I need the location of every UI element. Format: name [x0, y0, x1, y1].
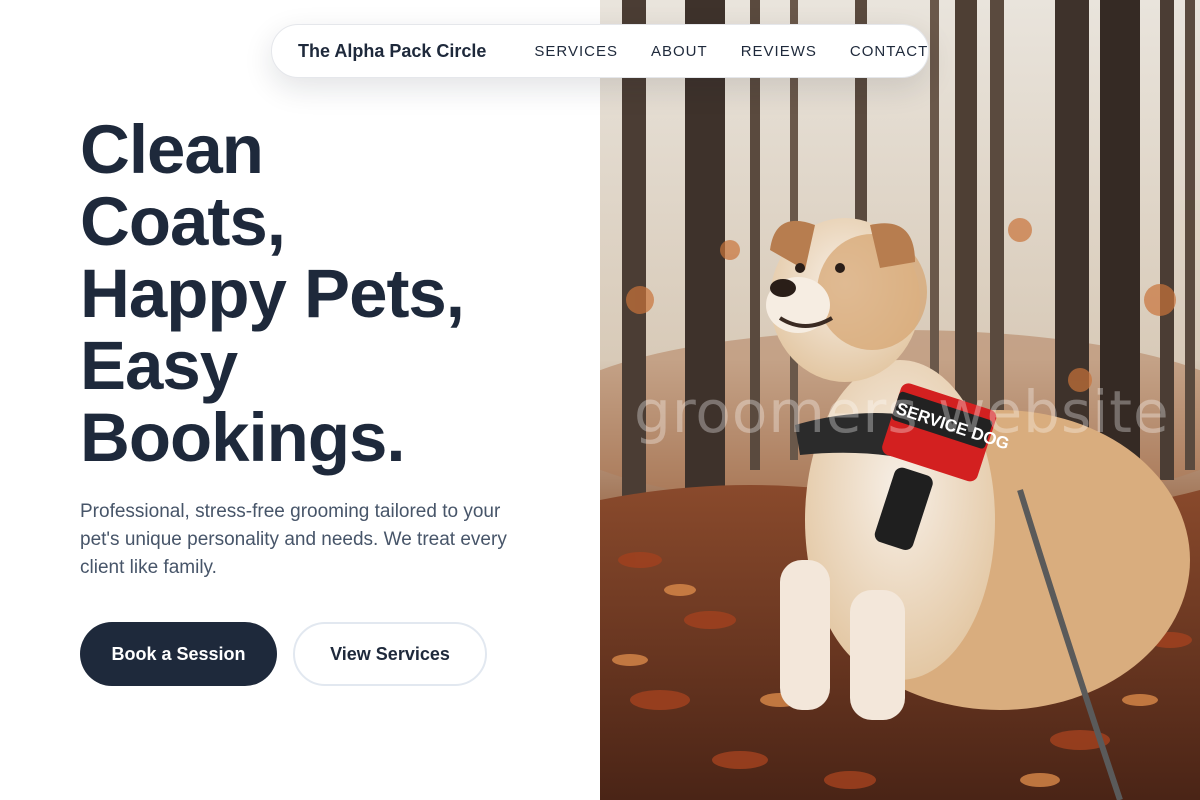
- hero-left: Clean Coats, Happy Pets, Easy Bookings. …: [0, 0, 600, 800]
- headline-line-4: Easy: [80, 327, 238, 404]
- hero-subtext: Professional, stress-free grooming tailo…: [80, 501, 507, 578]
- headline-line-2: Coats,: [80, 183, 286, 260]
- nav-link-services[interactable]: SERVICES: [534, 43, 618, 60]
- hero-headline: Clean Coats, Happy Pets, Easy Bookings.: [80, 114, 560, 474]
- nav-link-reviews[interactable]: REVIEWS: [741, 43, 817, 60]
- watermark-text: groomers website: [634, 378, 1170, 446]
- top-navbar: The Alpha Pack Circle SERVICES ABOUT REV…: [271, 24, 929, 78]
- headline-line-5: Bookings.: [80, 399, 406, 476]
- headline-line-1: Clean: [80, 111, 264, 188]
- nav-link-about[interactable]: ABOUT: [651, 43, 708, 60]
- headline-line-3: Happy Pets,: [80, 255, 465, 332]
- view-services-button[interactable]: View Services: [293, 622, 487, 686]
- book-session-button[interactable]: Book a Session: [80, 622, 277, 686]
- brand-logo-text[interactable]: The Alpha Pack Circle: [298, 41, 486, 62]
- nav-link-contact[interactable]: CONTACT: [850, 43, 928, 60]
- nav-links: SERVICES ABOUT REVIEWS CONTACT: [534, 43, 961, 60]
